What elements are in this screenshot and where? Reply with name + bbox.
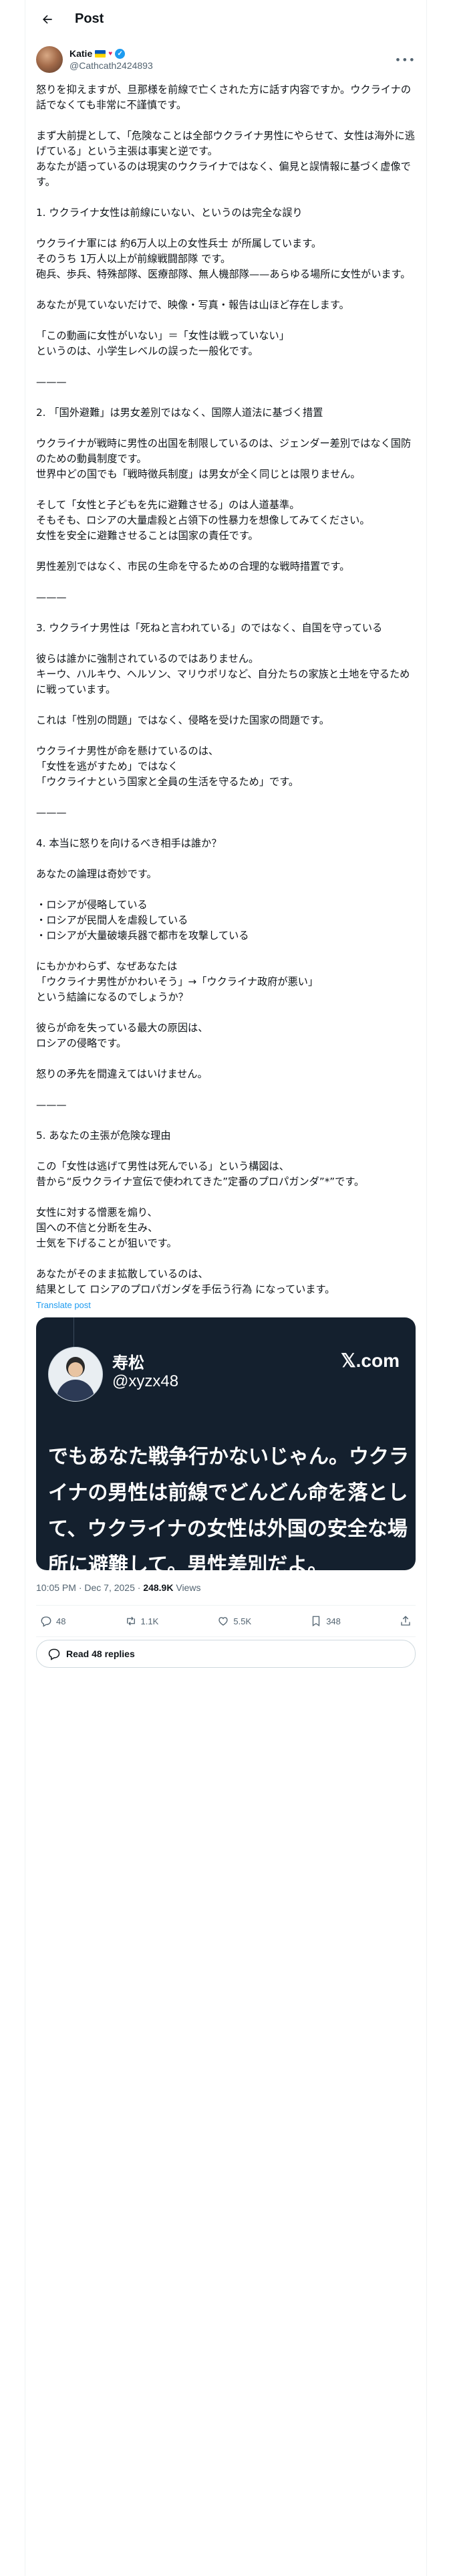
card-brand: 𝕏.com (341, 1350, 400, 1371)
reply-count: 48 (56, 1616, 66, 1626)
bookmark-icon (313, 1616, 320, 1627)
card-avatar (48, 1347, 103, 1402)
card-text: でもあなた戦争行かないじゃん。ウクライナの男性は前線でどんどん命を落として、ウク… (48, 1445, 409, 1570)
post-author: Katie ♥ ✓ @Cathcath2424893 ••• (25, 38, 426, 78)
page-title: Post (75, 11, 104, 26)
share-button[interactable] (400, 1615, 412, 1627)
card-name: 寿松 (112, 1354, 144, 1372)
like-button[interactable]: 5.5K (217, 1615, 251, 1627)
post-meta: 10:05 PM · Dec 7, 2025 · 248.9K Views (25, 1570, 426, 1596)
author-name[interactable]: Katie (69, 48, 92, 59)
post-body: 怒りを抑えますが、旦那様を前線で亡くされた方に話す内容ですか。ウクライナの話でな… (36, 84, 415, 1295)
bookmark-count: 348 (326, 1616, 341, 1626)
share-icon (401, 1616, 410, 1626)
views-label: Views (173, 1582, 201, 1593)
post-column: Post Katie ♥ ✓ @Cathcath2424893 ••• 怒りを抑… (25, 0, 427, 2576)
action-bar: 48 1.1K 5.5K 348 (25, 1606, 426, 1636)
top-bar: Post (25, 0, 426, 38)
quoted-image-card[interactable]: 寿松 @xyzx48 𝕏.com でもあなた戦争行かないじゃん。ウクライナの男性… (36, 1317, 416, 1570)
divider (36, 1636, 416, 1637)
read-replies-button[interactable]: Read 48 replies (36, 1640, 416, 1668)
speech-bubble-icon (48, 1648, 60, 1660)
avatar[interactable] (36, 46, 63, 73)
bookmark-button[interactable]: 348 (310, 1615, 341, 1627)
card-handle: @xyzx48 (112, 1372, 179, 1390)
more-icon[interactable]: ••• (395, 53, 416, 66)
repost-count: 1.1K (140, 1616, 159, 1626)
reply-icon (41, 1616, 51, 1627)
like-count: 5.5K (233, 1616, 252, 1626)
verified-icon: ✓ (115, 48, 126, 59)
author-names: Katie ♥ ✓ @Cathcath2424893 (69, 48, 395, 71)
back-button[interactable] (36, 8, 59, 31)
ukraine-flag-icon (95, 49, 106, 58)
read-replies-label: Read 48 replies (66, 1648, 135, 1659)
repost-icon (126, 1616, 135, 1626)
card-connector-line (73, 1317, 74, 1347)
author-name-row: Katie ♥ ✓ (69, 48, 395, 59)
author-handle[interactable]: @Cathcath2424893 (69, 60, 395, 71)
repost-button[interactable]: 1.1K (125, 1615, 159, 1627)
back-arrow-icon (43, 15, 52, 23)
post-timestamp[interactable]: 10:05 PM · Dec 7, 2025 · (36, 1582, 143, 1593)
reply-button[interactable]: 48 (40, 1615, 65, 1627)
views-count: 248.9K (143, 1582, 174, 1593)
heart-icon: ♥ (108, 49, 113, 58)
like-icon (218, 1617, 229, 1626)
translate-post-link[interactable]: Translate post (25, 1297, 426, 1315)
